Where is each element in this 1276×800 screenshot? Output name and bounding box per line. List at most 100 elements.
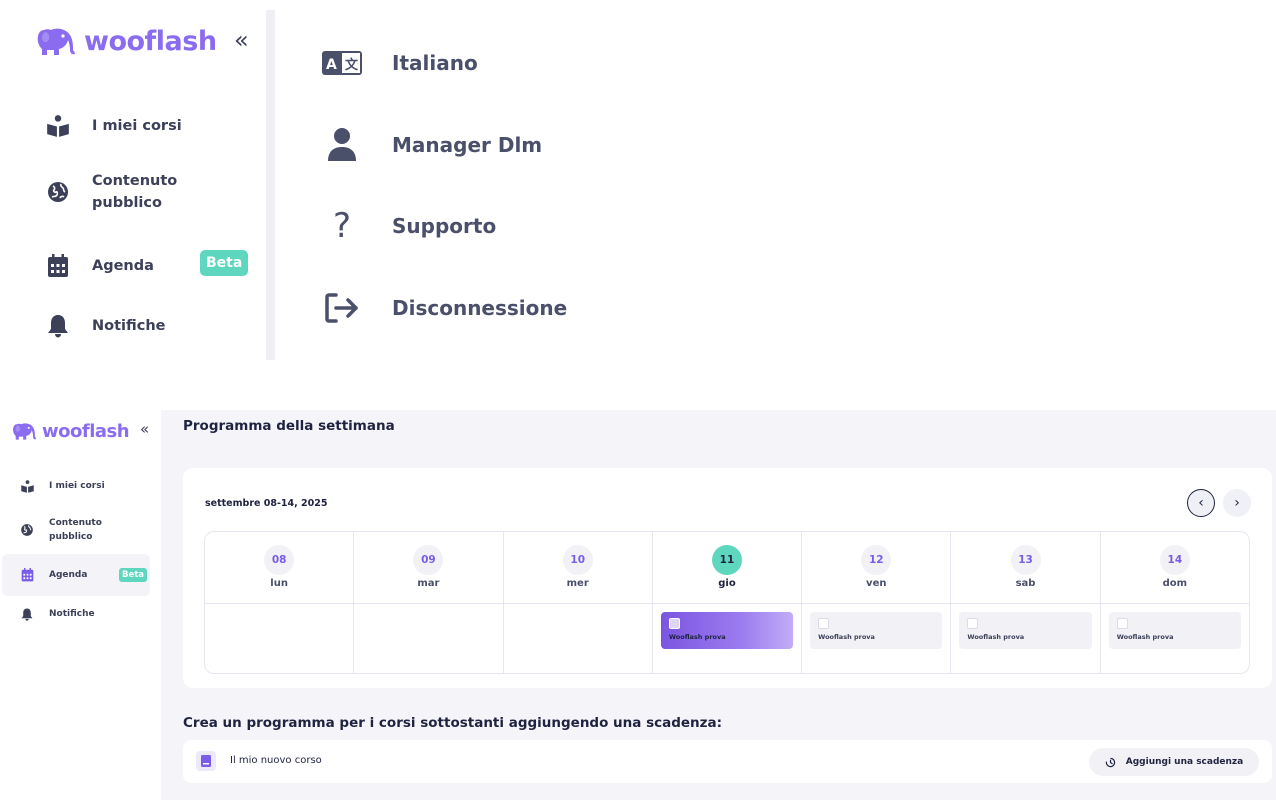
logout-icon [320, 288, 364, 328]
bell-icon [44, 312, 72, 340]
event-name: Wooflash prova [668, 633, 726, 641]
beta-badge: Beta [200, 250, 249, 276]
menu-item-support[interactable]: ? Supporto [320, 206, 496, 246]
schedule-event[interactable]: Wooflash prova [660, 612, 794, 649]
menu-item-logout[interactable]: Disconnessione [320, 288, 567, 328]
sidebar-item-public-content[interactable]: Contenuto pubblico [44, 170, 177, 214]
course-row: Il mio nuovo corso Aggiungi una scadenza [183, 740, 1272, 783]
menu-item-label: Disconnessione [392, 296, 568, 320]
bell-icon [19, 606, 35, 622]
panel-divider [266, 10, 275, 360]
chevron-left-icon: ‹ [1198, 495, 1204, 511]
schedule-event[interactable]: Wooflash prova [1108, 612, 1241, 649]
globe-icon [44, 178, 72, 206]
sidebar-item-my-courses[interactable]: I miei corsi [44, 112, 182, 140]
brand-name: wooflash [84, 25, 217, 57]
event-checkbox[interactable] [818, 618, 830, 629]
chevron-right-icon: › [1234, 495, 1240, 511]
calendar-icon [44, 252, 72, 280]
sidebar-item-label: I miei corsi [92, 118, 182, 134]
sidebar-item-agenda[interactable]: Agenda Beta [2, 554, 150, 596]
day-header: 14 dom [1100, 532, 1249, 604]
calendar-icon [19, 567, 35, 583]
language-icon: A文 [320, 43, 364, 83]
sidebar-item-my-courses[interactable]: I miei corsi [2, 476, 150, 496]
sidebar-item-label: Contenuto pubblico [92, 173, 178, 211]
day-number[interactable]: 09 [413, 545, 444, 575]
sidebar-item-label: I miei corsi [49, 481, 105, 491]
day-column: 14 dom Wooflash prova [1100, 532, 1249, 673]
day-number[interactable]: 10 [562, 545, 593, 575]
timer-icon [1105, 757, 1116, 768]
sidebar-item-public-content[interactable]: Contenuto pubblico [2, 514, 150, 546]
add-deadline-button[interactable]: Aggiungi una scadenza [1089, 748, 1259, 776]
event-name: Wooflash prova [818, 633, 875, 641]
day-name: mar [417, 578, 440, 589]
sidebar-item-label: Notifiche [49, 609, 95, 619]
zoomed-menu-panel: wooflash « I miei corsi Contenuto pubbli… [0, 0, 1276, 370]
day-name: lun [270, 578, 288, 589]
collapse-sidebar-icon[interactable]: « [140, 420, 149, 438]
day-number[interactable]: 12 [861, 545, 892, 575]
day-column: 10 mer [503, 532, 653, 673]
day-name: mer [566, 578, 589, 589]
day-header: 10 mer [503, 532, 652, 604]
menu-item-label: Italiano [392, 51, 478, 75]
day-header: 09 mar [354, 532, 503, 604]
logo[interactable]: wooflash [12, 420, 130, 442]
page-title: Programma della settimana [183, 418, 395, 434]
event-name: Wooflash prova [967, 633, 1025, 641]
schedule-event[interactable]: Wooflash prova [810, 612, 943, 649]
elephant-logo-icon [37, 28, 75, 55]
sidebar-item-agenda[interactable]: Agenda [44, 252, 154, 280]
sidebar-item-label: Agenda [49, 570, 88, 580]
course-book-icon [196, 751, 216, 771]
day-column: 12 ven Wooflash prova [802, 532, 952, 673]
brand-name: wooflash [42, 420, 130, 442]
sidebar-item-label: Agenda [92, 258, 154, 274]
event-checkbox[interactable] [967, 618, 979, 629]
course-name: Il mio nuovo corso [230, 755, 322, 766]
next-week-button[interactable]: › [1223, 489, 1251, 517]
day-number[interactable]: 08 [264, 545, 295, 575]
day-number[interactable]: 14 [1159, 545, 1190, 575]
day-column: 08 lun [205, 532, 355, 673]
day-header: 12 ven [802, 532, 951, 604]
sidebar-item-notifications[interactable]: Notifiche [44, 312, 166, 340]
main-content: Programma della settimana settembre 08-1… [161, 410, 1276, 800]
book-reader-icon [44, 112, 72, 140]
day-name: dom [1162, 578, 1188, 589]
svg-text:A: A [326, 57, 337, 73]
week-schedule-card: settembre 08-14, 2025 ‹ › 08 lun 09 mar 10 me… [183, 468, 1272, 688]
sidebar: wooflash « I miei corsi Contenuto pubbli… [0, 410, 161, 800]
add-deadline-label: Aggiungi una scadenza [1125, 757, 1244, 767]
day-column: 09 mar [354, 532, 504, 673]
sidebar-item-label: Notifiche [92, 318, 166, 334]
week-range-label: settembre 08-14, 2025 [205, 498, 328, 509]
day-header: 13 sab [951, 532, 1100, 604]
day-number[interactable]: 11 [711, 545, 742, 575]
event-checkbox[interactable] [668, 618, 680, 629]
previous-week-button[interactable]: ‹ [1187, 489, 1215, 517]
day-column: 13 sab Wooflash prova [951, 532, 1101, 673]
menu-item-profile[interactable]: Manager Dlm [320, 125, 542, 165]
menu-item-label: Supporto [392, 214, 497, 238]
event-checkbox[interactable] [1116, 618, 1128, 629]
day-header: 08 lun [205, 532, 354, 604]
day-name: gio [718, 578, 736, 589]
sidebar-item-notifications[interactable]: Notifiche [2, 604, 150, 624]
logo[interactable]: wooflash [36, 24, 217, 58]
event-name: Wooflash prova [1116, 633, 1174, 641]
courses-section-title: Crea un programma per i corsi sottostant… [183, 715, 723, 731]
globe-icon [19, 522, 35, 538]
day-header: 11 gio [652, 532, 802, 604]
beta-badge: Beta [119, 568, 148, 582]
sidebar-item-label: Contenuto pubblico [49, 518, 102, 542]
svg-text:文: 文 [345, 57, 359, 73]
schedule-event[interactable]: Wooflash prova [959, 612, 1092, 649]
day-name: sab [1015, 578, 1036, 589]
day-number[interactable]: 13 [1010, 545, 1041, 575]
menu-item-language[interactable]: A文 Italiano [320, 43, 478, 83]
elephant-logo-icon [13, 423, 37, 440]
collapse-sidebar-icon[interactable]: « [234, 26, 249, 54]
